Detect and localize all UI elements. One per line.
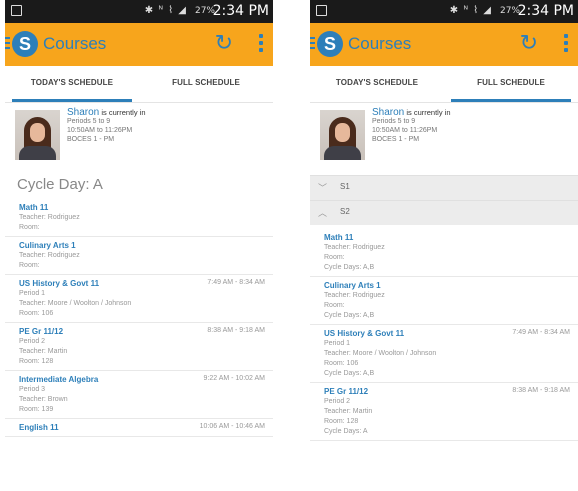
course-item[interactable]: Culinary Arts 1 Teacher: Rodriguez Room:: [5, 237, 273, 275]
course-name[interactable]: Math 11: [19, 202, 273, 213]
status-time: 2:34 PM: [212, 3, 269, 19]
course-detail: Cycle Days: A,B: [324, 264, 375, 271]
section-s2-header[interactable]: ︿ S2: [310, 200, 578, 225]
active-tab-indicator: [451, 99, 571, 102]
course-detail: Room:: [324, 254, 345, 261]
course-detail: Room: 128: [324, 418, 359, 425]
course-item[interactable]: Math 11 Teacher: Rodriguez Room: Cycle Days…: [310, 229, 578, 277]
course-item[interactable]: Culinary Arts 1 Teacher: Rodriguez Room: Cy…: [310, 277, 578, 325]
tab-full-schedule[interactable]: FULL SCHEDULE: [139, 66, 273, 102]
periods-text: Periods 5 to 9: [67, 118, 111, 125]
time-range-text: 10:50AM to 11:26PM: [372, 127, 438, 134]
refresh-icon[interactable]: ↻: [520, 31, 538, 55]
course-detail: Teacher: Rodriguez: [324, 244, 385, 251]
course-detail: Room: 106: [324, 360, 359, 367]
course-time: 10:06 AM - 10:46 AM: [199, 423, 265, 430]
tab-todays-schedule[interactable]: TODAY'S SCHEDULE: [310, 66, 444, 102]
course-detail: Teacher: Moore / Woolton / Johnson: [324, 350, 437, 357]
course-detail: Room: 139: [19, 406, 54, 413]
avatar: [15, 110, 60, 160]
course-name[interactable]: Math 11: [324, 232, 578, 243]
tab-full-schedule[interactable]: FULL SCHEDULE: [444, 66, 578, 102]
course-detail: Teacher: Martin: [19, 348, 68, 355]
course-detail: Teacher: Martin: [324, 408, 373, 415]
course-list: Math 11 Teacher: Rodriguez Room: Culinary A…: [5, 199, 273, 437]
location-text: BOCES 1 - PM: [372, 136, 420, 143]
status-text: is currently in: [101, 108, 146, 117]
course-time: 7:49 AM - 8:34 AM: [512, 329, 570, 336]
status-time: 2:34 PM: [517, 3, 574, 19]
app-title: Courses: [348, 34, 412, 53]
tab-bar: TODAY'S SCHEDULE FULL SCHEDULE: [5, 66, 273, 103]
menu-icon[interactable]: [5, 37, 10, 51]
course-detail: Teacher: Rodriguez: [19, 214, 80, 221]
course-detail: Teacher: Brown: [19, 396, 68, 403]
course-item[interactable]: US History & Govt 11 7:49 AM - 8:34 AM Per…: [310, 325, 578, 383]
course-detail: Cycle Days: A: [324, 428, 368, 435]
menu-icon[interactable]: [310, 37, 315, 51]
cycle-day-heading: Cycle Day: A: [17, 176, 103, 193]
course-time: 8:38 AM - 9:18 AM: [207, 327, 265, 334]
overflow-menu-icon[interactable]: [564, 34, 568, 55]
course-name[interactable]: Culinary Arts 1: [324, 280, 578, 291]
course-detail: Teacher: Rodriguez: [19, 252, 80, 259]
course-detail: Cycle Days: A,B: [324, 312, 375, 319]
section-s1-header[interactable]: ﹀ S1: [310, 175, 578, 200]
course-detail: Period 2: [324, 398, 351, 405]
student-status-card: Sharon is currently in Periods 5 to 9 10…: [5, 105, 273, 167]
app-logo: S: [12, 31, 38, 57]
periods-text: Periods 5 to 9: [372, 118, 416, 125]
course-detail: Teacher: Rodriguez: [324, 292, 385, 299]
location-text: BOCES 1 - PM: [67, 136, 115, 143]
course-detail: Room: 106: [19, 310, 54, 317]
app-logo: S: [317, 31, 343, 57]
course-detail: Room:: [324, 302, 345, 309]
gallery-notification-icon: [316, 5, 327, 16]
course-detail: Period 1: [324, 340, 351, 347]
course-detail: Cycle Days: A,B: [324, 370, 375, 377]
screen-full-schedule: ✱ ᴺ ⌇ ◢ 27% 2:34 PM S Courses ↻ TODAY'S …: [310, 0, 578, 491]
course-item[interactable]: Intermediate Algebra 9:22 AM - 10:02 AM Pe…: [5, 371, 273, 419]
course-item[interactable]: PE Gr 11/12 8:38 AM - 9:18 AM Period 2 Teac…: [5, 323, 273, 371]
course-detail: Period 2: [19, 338, 46, 345]
course-time: 7:49 AM - 8:34 AM: [207, 279, 265, 286]
course-detail: Period 3: [19, 386, 46, 393]
app-bar: S Courses ↻: [310, 23, 578, 66]
course-item[interactable]: US History & Govt 11 7:49 AM - 8:34 AM Per…: [5, 275, 273, 323]
avatar: [320, 110, 365, 160]
screen-todays-schedule: ✱ ᴺ ⌇ ◢ 27% 2:34 PM S Courses ↻ TODAY'S …: [5, 0, 273, 491]
time-range-text: 10:50AM to 11:26PM: [67, 127, 133, 134]
tab-todays-schedule[interactable]: TODAY'S SCHEDULE: [5, 66, 139, 102]
student-status-card: Sharon is currently in Periods 5 to 9 10…: [310, 105, 578, 167]
course-detail: Room: 128: [19, 358, 54, 365]
section-label: S1: [340, 182, 350, 191]
course-item[interactable]: Math 11 Teacher: Rodriguez Room:: [5, 199, 273, 237]
gallery-notification-icon: [11, 5, 22, 16]
tab-bar: TODAY'S SCHEDULE FULL SCHEDULE: [310, 66, 578, 103]
active-tab-indicator: [12, 99, 132, 102]
app-title: Courses: [43, 34, 107, 53]
course-detail: Teacher: Moore / Woolton / Johnson: [19, 300, 132, 307]
course-time: 9:22 AM - 10:02 AM: [203, 375, 265, 382]
connectivity-icons: ✱ ᴺ ⌇ ◢: [144, 5, 187, 16]
course-item[interactable]: PE Gr 11/12 8:38 AM - 9:18 AM Period 2 Teac…: [310, 383, 578, 441]
course-detail: Room:: [19, 224, 40, 231]
app-bar: S Courses ↻: [5, 23, 273, 66]
course-name[interactable]: Culinary Arts 1: [19, 240, 273, 251]
status-text: is currently in: [406, 108, 451, 117]
connectivity-icons: ✱ ᴺ ⌇ ◢: [449, 5, 492, 16]
status-bar: ✱ ᴺ ⌇ ◢ 27% 2:34 PM: [5, 0, 273, 23]
course-item[interactable]: English 11 10:06 AM - 10:46 AM: [5, 419, 273, 437]
chevron-up-icon: ︿: [318, 208, 328, 218]
status-bar: ✱ ᴺ ⌇ ◢ 27% 2:34 PM: [310, 0, 578, 23]
chevron-down-icon: ﹀: [318, 183, 328, 193]
overflow-menu-icon[interactable]: [259, 34, 263, 55]
course-detail: Room:: [19, 262, 40, 269]
course-time: 8:38 AM - 9:18 AM: [512, 387, 570, 394]
section-label: S2: [340, 207, 350, 216]
refresh-icon[interactable]: ↻: [215, 31, 233, 55]
course-list: Math 11 Teacher: Rodriguez Room: Cycle Days…: [310, 229, 578, 441]
course-detail: Period 1: [19, 290, 46, 297]
